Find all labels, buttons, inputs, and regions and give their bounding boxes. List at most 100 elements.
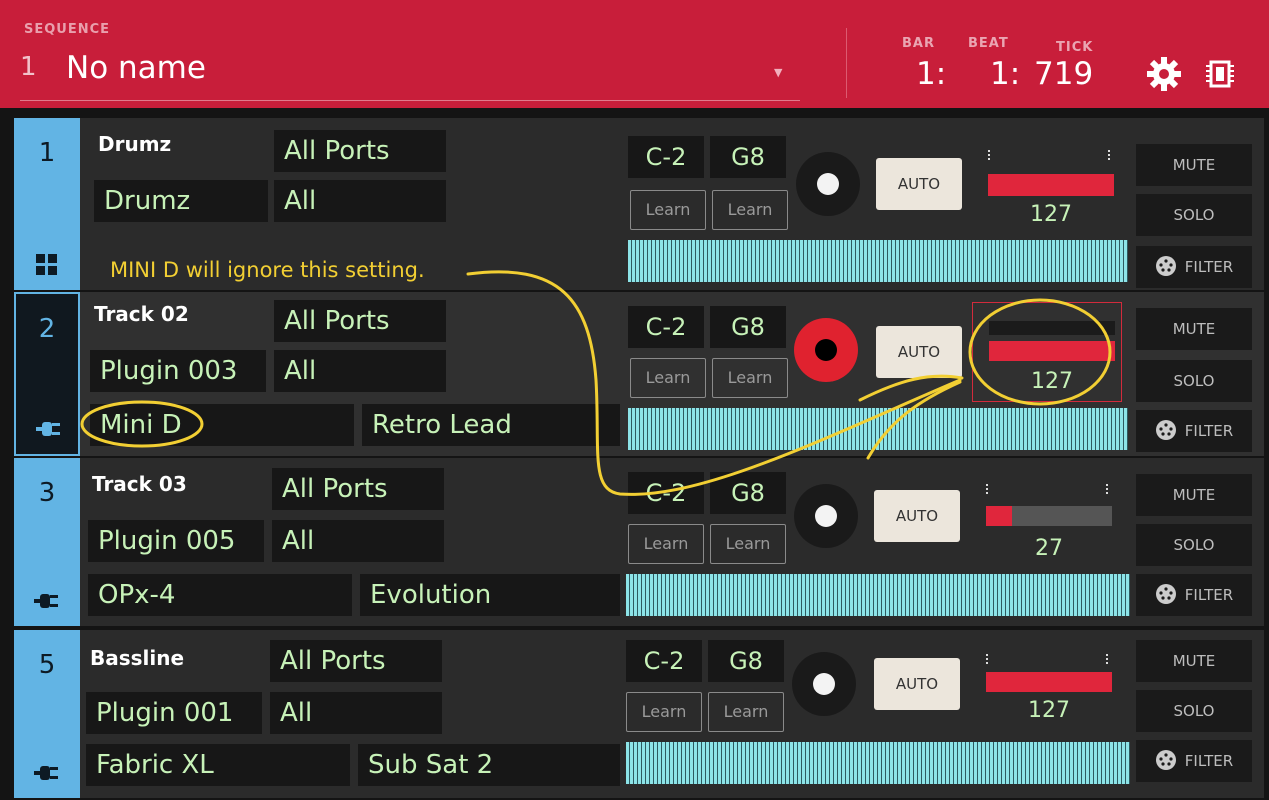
channel-field[interactable]: All (272, 520, 444, 562)
sequence-name-selector[interactable]: No name (66, 50, 206, 86)
auto-button[interactable]: AUTO (874, 490, 960, 542)
record-arm-button[interactable] (794, 484, 858, 548)
track-name[interactable]: Track 02 (94, 302, 189, 326)
tick-caption: TICK (1056, 40, 1094, 55)
track-row[interactable]: 5 Bassline All Ports Plugin 001 All Fabr… (14, 630, 1264, 798)
arm-dot (817, 173, 839, 195)
track-number-tab[interactable]: 1 (14, 118, 80, 290)
track-name[interactable]: Bassline (90, 646, 184, 670)
mute-button[interactable]: MUTE (1136, 144, 1252, 186)
level-value: 127 (1030, 202, 1072, 227)
instrument-field[interactable]: Plugin 003 (90, 350, 266, 392)
learn-low-button[interactable]: Learn (628, 524, 704, 564)
mute-button[interactable]: MUTE (1136, 308, 1252, 350)
auto-button[interactable]: AUTO (874, 658, 960, 710)
high-note-field[interactable]: G8 (710, 306, 786, 348)
learn-high-button[interactable]: Learn (712, 358, 788, 398)
filter-button[interactable]: FILTER (1136, 574, 1252, 616)
learn-low-button[interactable]: Learn (630, 190, 706, 230)
plugin-field[interactable]: OPx-4 (88, 574, 352, 616)
track-row[interactable]: 3 Track 03 All Ports Plugin 005 All OPx-… (14, 458, 1264, 626)
plugin-field[interactable]: Fabric XL (86, 744, 350, 786)
instrument-field[interactable]: Drumz (94, 180, 268, 222)
low-note-field[interactable]: C-2 (628, 306, 704, 348)
record-arm-button[interactable] (792, 652, 856, 716)
track-number-tab[interactable]: 2 (14, 292, 80, 456)
learn-high-button[interactable]: Learn (712, 190, 788, 230)
track-name[interactable]: Track 03 (92, 472, 187, 496)
solo-button[interactable]: SOLO (1136, 690, 1252, 732)
learn-high-button[interactable]: Learn (710, 524, 786, 564)
filter-label: FILTER (1184, 422, 1234, 440)
midi-port-field[interactable]: All Ports (270, 640, 442, 682)
learn-high-button[interactable]: Learn (708, 692, 784, 732)
auto-button[interactable]: AUTO (876, 326, 962, 378)
keyboard-range[interactable] (626, 574, 1130, 616)
learn-low-button[interactable]: Learn (630, 358, 706, 398)
solo-button[interactable]: SOLO (1136, 194, 1252, 236)
low-note-field[interactable]: C-2 (626, 640, 702, 682)
sequence-caption: SEQUENCE (24, 22, 111, 37)
meter-tick-right (1106, 484, 1108, 494)
keyboard-range[interactable] (628, 408, 1128, 450)
meter-tick-left (986, 654, 988, 664)
low-note-field[interactable]: C-2 (628, 472, 704, 514)
level-meter[interactable]: 127 (970, 640, 1120, 740)
meter-tick-right (1108, 150, 1110, 160)
high-note-field[interactable]: G8 (710, 472, 786, 514)
level-value: 127 (1028, 698, 1070, 723)
level-meter[interactable]: 127 (972, 136, 1122, 236)
grid-icon (36, 254, 57, 275)
filter-button[interactable]: FILTER (1136, 246, 1252, 288)
filter-button[interactable]: FILTER (1136, 740, 1252, 782)
plugin-field[interactable]: Mini D (90, 404, 354, 446)
preset-field[interactable]: Retro Lead (362, 404, 620, 446)
keyboard-range[interactable] (626, 742, 1130, 784)
auto-button[interactable]: AUTO (876, 158, 962, 210)
gear-icon[interactable] (1146, 56, 1182, 92)
low-note-field[interactable]: C-2 (628, 136, 704, 178)
meter-tick-left (988, 150, 990, 160)
high-note-field[interactable]: G8 (708, 640, 784, 682)
level-meter[interactable]: 127 (972, 302, 1122, 402)
record-arm-button[interactable] (796, 152, 860, 216)
solo-button[interactable]: SOLO (1136, 524, 1252, 566)
midi-port-field[interactable]: All Ports (272, 468, 444, 510)
track-row[interactable]: 2 Track 02 All Ports Plugin 003 All Mini… (14, 292, 1264, 456)
track-name[interactable]: Drumz (98, 132, 171, 156)
bar-value[interactable]: 1: (916, 56, 946, 92)
level-fill (989, 341, 1115, 361)
filter-button[interactable]: FILTER (1136, 410, 1252, 452)
high-note-field[interactable]: G8 (710, 136, 786, 178)
track-number-tab[interactable]: 5 (14, 630, 80, 798)
bar-caption: BAR (902, 36, 935, 51)
level-bar (986, 672, 1112, 692)
mute-button[interactable]: MUTE (1136, 474, 1252, 516)
filter-label: FILTER (1184, 258, 1234, 276)
record-arm-button[interactable] (794, 318, 858, 382)
mute-button[interactable]: MUTE (1136, 640, 1252, 682)
chip-icon[interactable] (1205, 58, 1235, 90)
channel-field[interactable]: All (274, 180, 446, 222)
midi-port-field[interactable]: All Ports (274, 130, 446, 172)
learn-low-button[interactable]: Learn (626, 692, 702, 732)
midi-port-field[interactable]: All Ports (274, 300, 446, 342)
plug-icon (36, 422, 60, 436)
channel-field[interactable]: All (270, 692, 442, 734)
channel-field[interactable]: All (274, 350, 446, 392)
keyboard-range[interactable] (628, 240, 1128, 282)
sequence-header: SEQUENCE 1 No name ▼ BAR BEAT TICK 1: 1:… (0, 0, 1269, 108)
preset-field[interactable]: Sub Sat 2 (358, 744, 620, 786)
arm-dot (815, 505, 837, 527)
instrument-field[interactable]: Plugin 001 (86, 692, 262, 734)
annotation-text: MINI D will ignore this setting. (110, 258, 425, 282)
preset-field[interactable]: Evolution (360, 574, 620, 616)
track-number-tab[interactable]: 3 (14, 458, 80, 626)
beat-value[interactable]: 1: (990, 56, 1020, 92)
midi-plug-icon (1155, 750, 1176, 770)
instrument-field[interactable]: Plugin 005 (88, 520, 264, 562)
tick-value[interactable]: 719 (1034, 56, 1093, 92)
level-meter[interactable]: 27 (970, 470, 1120, 570)
solo-button[interactable]: SOLO (1136, 360, 1252, 402)
dropdown-arrow-icon[interactable]: ▼ (774, 66, 782, 79)
